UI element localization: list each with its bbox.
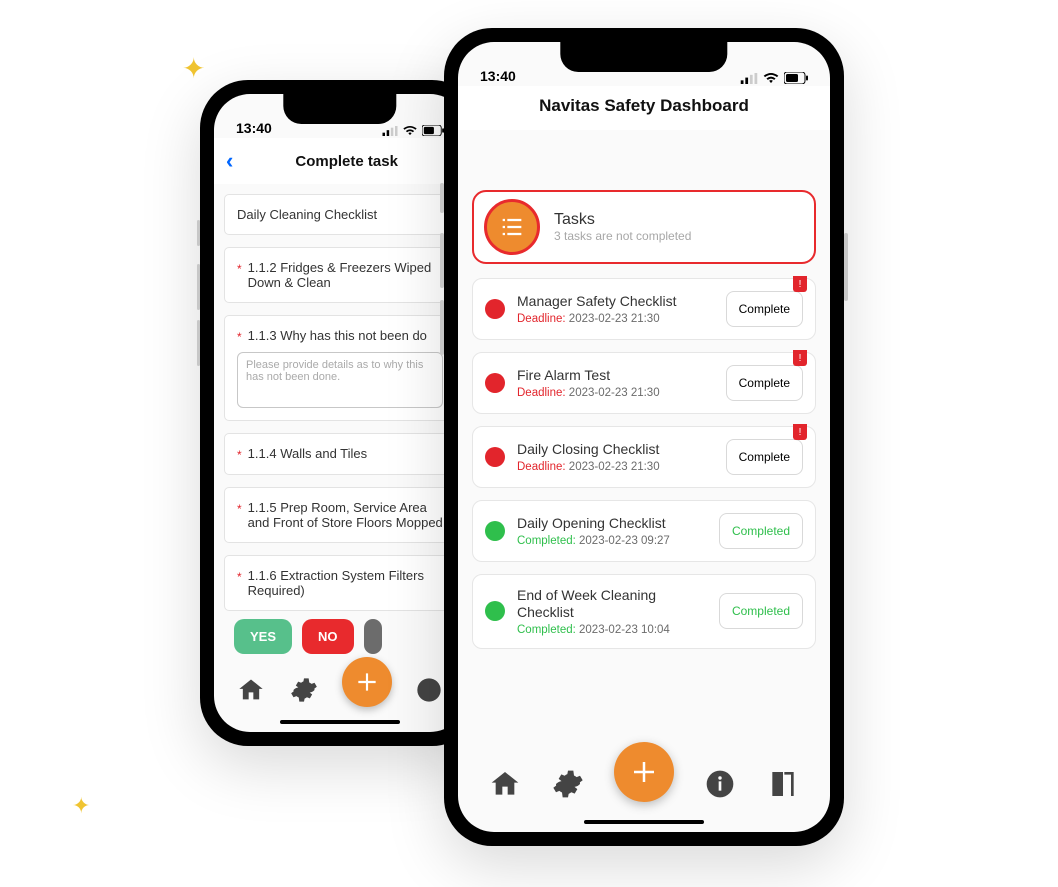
home-indicator — [280, 720, 400, 724]
battery-icon — [784, 72, 808, 84]
home-icon[interactable] — [489, 768, 521, 800]
notch — [560, 42, 727, 72]
meta-value: 2023-02-23 10:04 — [579, 624, 670, 636]
task-card[interactable]: ! Manager Safety Checklist Deadline: 202… — [472, 278, 816, 340]
tab-bar — [458, 752, 830, 816]
signal-icon — [740, 73, 758, 84]
meta-label: Deadline: — [517, 461, 566, 473]
checklist-title-card: Daily Cleaning Checklist — [224, 194, 456, 235]
home-indicator — [584, 820, 704, 824]
side-button — [440, 300, 444, 355]
meta-value: 2023-02-23 21:30 — [569, 387, 660, 399]
complete-button[interactable]: Complete — [726, 439, 803, 475]
side-button — [197, 320, 200, 366]
info-icon[interactable] — [413, 674, 445, 706]
complete-button[interactable]: Complete — [726, 365, 803, 401]
reason-textarea[interactable]: Please provide details as to why this ha… — [237, 352, 443, 408]
status-dot — [485, 601, 505, 621]
side-button — [197, 264, 200, 310]
add-fab[interactable] — [614, 742, 674, 802]
task-card[interactable]: Daily Opening Checklist Completed: 2023-… — [472, 500, 816, 562]
meta-value: 2023-02-23 09:27 — [579, 535, 670, 547]
checklist-item[interactable]: * 1.1.2 Fridges & Freezers Wiped Down & … — [224, 247, 456, 303]
add-fab[interactable] — [342, 657, 392, 707]
task-title: End of Week Cleaning Checklist — [517, 587, 707, 621]
side-button — [844, 233, 848, 301]
screen-header: ‹ Complete task — [214, 138, 466, 184]
wifi-icon — [763, 73, 779, 84]
gear-icon[interactable] — [552, 768, 584, 800]
completed-badge: Completed — [719, 513, 803, 549]
checklist-item[interactable]: * 1.1.6 Extraction System Filters Requir… — [224, 555, 456, 611]
tab-bar — [214, 662, 466, 718]
exit-icon[interactable] — [767, 768, 799, 800]
partial-button[interactable] — [364, 619, 382, 654]
tasks-tile-title: Tasks — [554, 211, 691, 229]
screen-title: Complete task — [239, 153, 454, 170]
dashboard-body: Tasks 3 tasks are not completed ! Manage… — [458, 130, 830, 748]
status-dot — [485, 373, 505, 393]
decor-star-icon: ✦ — [182, 52, 205, 85]
alert-flag-icon: ! — [793, 424, 807, 440]
checklist-item[interactable]: * 1.1.5 Prep Room, Service Area and Fron… — [224, 487, 456, 543]
required-marker: * — [237, 448, 242, 462]
signal-icon — [382, 126, 398, 136]
status-time: 13:40 — [236, 120, 272, 136]
status-dot — [485, 447, 505, 467]
meta-label: Completed: — [517, 624, 576, 636]
task-card[interactable]: End of Week Cleaning Checklist Completed… — [472, 574, 816, 649]
task-form: Daily Cleaning Checklist * 1.1.2 Fridges… — [214, 184, 466, 668]
required-marker: * — [237, 502, 242, 530]
meta-value: 2023-02-23 21:30 — [569, 313, 660, 325]
phone-left: 13:40 ‹ Complete task Daily Cleaning Che… — [200, 80, 480, 746]
task-card[interactable]: ! Daily Closing Checklist Deadline: 2023… — [472, 426, 816, 488]
status-time: 13:40 — [480, 68, 516, 84]
wifi-icon — [403, 126, 417, 136]
item-text: 1.1.2 Fridges & Freezers Wiped Down & Cl… — [248, 260, 443, 290]
task-title: Daily Opening Checklist — [517, 515, 707, 532]
tasks-tile-subtitle: 3 tasks are not completed — [554, 229, 691, 243]
notch — [283, 94, 396, 124]
meta-value: 2023-02-23 21:30 — [569, 461, 660, 473]
side-button — [440, 183, 444, 213]
meta-label: Deadline: — [517, 313, 566, 325]
item-text: 1.1.5 Prep Room, Service Area and Front … — [248, 500, 443, 530]
alert-flag-icon: ! — [793, 350, 807, 366]
side-button — [197, 220, 200, 246]
tasks-list-icon — [484, 199, 540, 255]
task-title: Manager Safety Checklist — [517, 293, 714, 310]
required-marker: * — [237, 570, 242, 598]
back-button[interactable]: ‹ — [226, 148, 233, 174]
checklist-item[interactable]: * 1.1.3 Why has this not been do Please … — [224, 315, 456, 421]
item-text: 1.1.4 Walls and Tiles — [248, 446, 367, 462]
yes-button[interactable]: YES — [234, 619, 292, 654]
completed-badge: Completed — [719, 593, 803, 629]
meta-label: Completed: — [517, 535, 576, 547]
info-icon[interactable] — [704, 768, 736, 800]
tasks-summary-tile[interactable]: Tasks 3 tasks are not completed — [472, 190, 816, 264]
home-icon[interactable] — [235, 674, 267, 706]
alert-flag-icon: ! — [793, 276, 807, 292]
battery-icon — [422, 125, 444, 136]
no-button[interactable]: NO — [302, 619, 354, 654]
phone-right: 13:40 Navitas Safety Dashboard — [444, 28, 844, 846]
task-title: Fire Alarm Test — [517, 367, 714, 384]
checklist-title: Daily Cleaning Checklist — [237, 207, 377, 222]
item-text: 1.1.3 Why has this not been do — [248, 328, 427, 344]
status-dot — [485, 299, 505, 319]
item-text: 1.1.6 Extraction System Filters Required… — [248, 568, 443, 598]
task-title: Daily Closing Checklist — [517, 441, 714, 458]
required-marker: * — [237, 330, 242, 344]
required-marker: * — [237, 262, 242, 290]
checklist-item[interactable]: * 1.1.4 Walls and Tiles — [224, 433, 456, 475]
task-card[interactable]: ! Fire Alarm Test Deadline: 2023-02-23 2… — [472, 352, 816, 414]
gear-icon[interactable] — [288, 674, 320, 706]
complete-button[interactable]: Complete — [726, 291, 803, 327]
meta-label: Deadline: — [517, 387, 566, 399]
side-button — [440, 233, 444, 288]
screen-title: Navitas Safety Dashboard — [458, 86, 830, 130]
status-dot — [485, 521, 505, 541]
decor-star-icon: ✦ — [72, 793, 90, 819]
